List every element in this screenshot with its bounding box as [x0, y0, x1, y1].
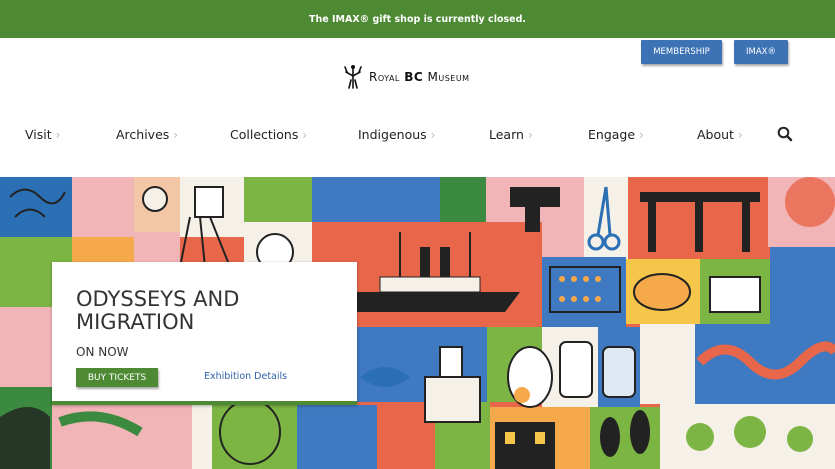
chevron-right-icon: ›	[55, 127, 61, 142]
nav-item-label: Learn	[489, 127, 524, 142]
nav-item-label: Indigenous	[358, 127, 427, 142]
feature-card: ODYSSEYS AND MIGRATION ON NOW BUY TICKET…	[52, 262, 357, 405]
main-nav: Visit › Archives › Collections › Indigenous…	[0, 120, 835, 150]
logo-suffix: Museum	[423, 70, 470, 84]
nav-item-about[interactable]: About ›	[697, 127, 743, 142]
nav-item-learn[interactable]: Learn ›	[489, 127, 533, 142]
status-banner: The IMAX® gift shop is currently closed.	[0, 0, 835, 38]
nav-item-label: Collections	[230, 127, 299, 142]
nav-item-indigenous[interactable]: Indigenous ›	[358, 127, 435, 142]
totem-logo-icon	[344, 65, 362, 89]
nav-item-label: About	[697, 127, 734, 142]
chevron-right-icon: ›	[173, 127, 179, 142]
nav-item-label: Engage	[588, 127, 636, 142]
logo-prefix: Royal	[369, 70, 405, 84]
banner-text: The IMAX® gift shop is currently closed.	[309, 13, 526, 25]
logo-bold: BC	[404, 70, 424, 84]
search-icon[interactable]	[776, 125, 794, 143]
exhibition-details-link[interactable]: Exhibition Details	[204, 371, 287, 382]
exhibition-status: ON NOW	[76, 345, 129, 359]
nav-item-label: Visit	[25, 127, 52, 142]
nav-item-archives[interactable]: Archives ›	[116, 127, 178, 142]
nav-item-collections[interactable]: Collections ›	[230, 127, 307, 142]
chevron-right-icon: ›	[430, 127, 436, 142]
imax-button[interactable]: IMAX®	[734, 40, 788, 64]
buy-tickets-button[interactable]: BUY TICKETS	[76, 368, 158, 387]
logo-text: Royal BC Museum	[369, 70, 470, 84]
chevron-right-icon: ›	[302, 127, 308, 142]
exhibition-title: ODYSSEYS AND MIGRATION	[76, 287, 240, 334]
chevron-right-icon: ›	[737, 127, 743, 142]
chevron-right-icon: ›	[527, 127, 533, 142]
chevron-right-icon: ›	[639, 127, 644, 142]
nav-item-label: Archives	[116, 127, 170, 142]
nav-item-engage[interactable]: Engage ›	[588, 127, 644, 142]
nav-item-visit[interactable]: Visit ›	[25, 127, 60, 142]
membership-button[interactable]: MEMBERSHIP	[641, 40, 722, 64]
site-logo[interactable]: Royal BC Museum	[341, 62, 470, 92]
